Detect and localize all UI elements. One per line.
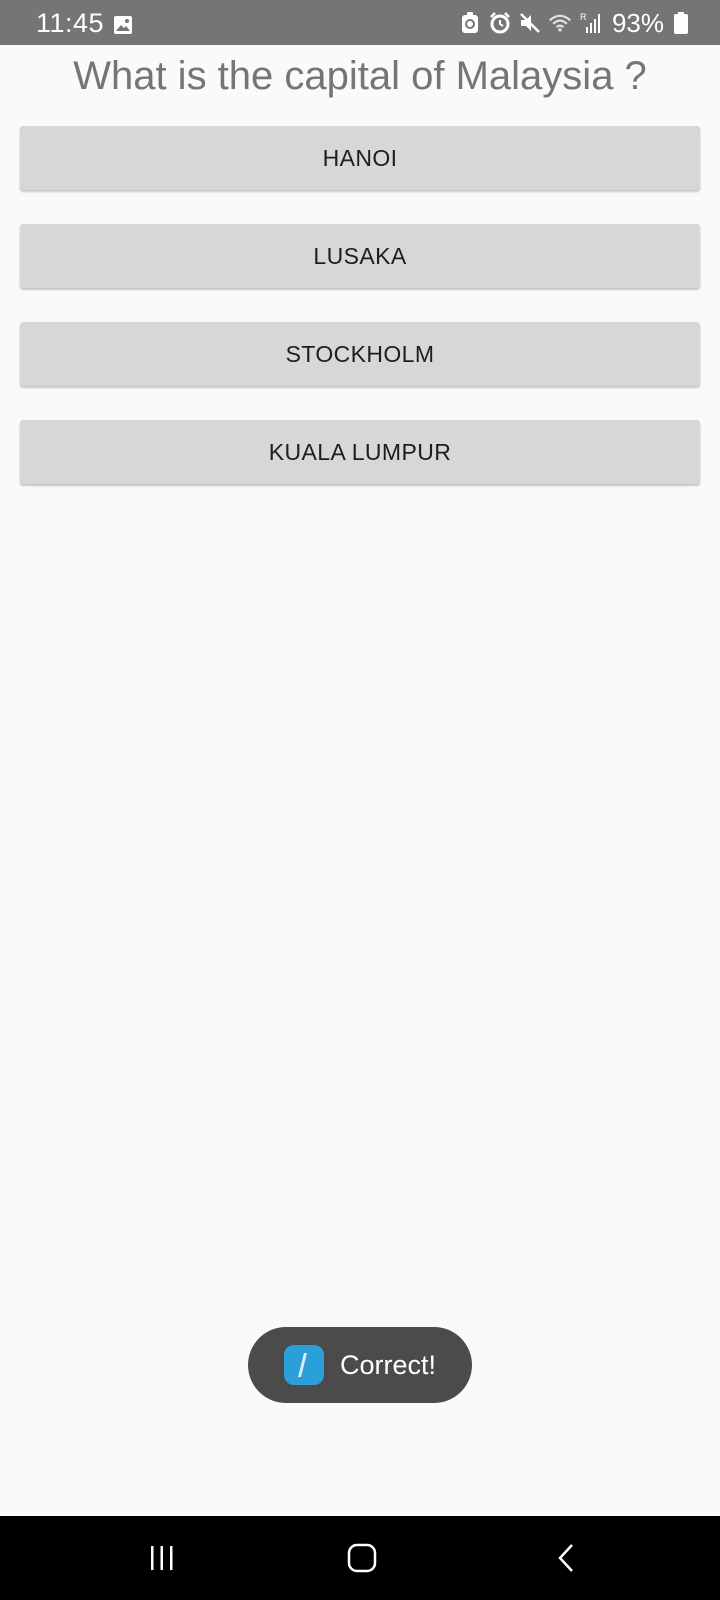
- svg-text:R: R: [580, 12, 587, 22]
- battery-icon: [674, 11, 688, 34]
- mute-icon: [518, 11, 542, 35]
- back-icon[interactable]: [546, 1538, 586, 1578]
- vpn-icon: [458, 11, 482, 35]
- toast-text: Correct!: [340, 1350, 437, 1380]
- wifi-icon: [548, 11, 572, 35]
- toast-message: Correct!: [248, 1327, 472, 1403]
- battery-percentage: 93%: [611, 7, 664, 38]
- status-bar: 11:45 R 93%: [0, 0, 720, 45]
- app-logo-icon: [284, 1345, 324, 1385]
- navigation-bar: [0, 1516, 720, 1600]
- answer-button-stockholm[interactable]: STOCKHOLM: [20, 322, 700, 386]
- signal-icon: R: [578, 11, 602, 35]
- answer-button-lusaka[interactable]: LUSAKA: [20, 224, 700, 288]
- gallery-icon: [114, 16, 132, 34]
- status-time: 11:45: [36, 8, 105, 38]
- alarm-icon: [488, 11, 512, 35]
- quiz-screen: 11:45 R 93% What is the capital of Malay…: [0, 0, 720, 1600]
- answer-button-hanoi[interactable]: HANOI: [20, 126, 700, 190]
- question-text: What is the capital of Malaysia ?: [73, 54, 647, 98]
- status-icons: R 93%: [458, 0, 688, 45]
- answer-button-kuala-lumpur[interactable]: KUALA LUMPUR: [20, 420, 700, 484]
- recents-icon[interactable]: [142, 1538, 182, 1578]
- home-icon[interactable]: [342, 1538, 382, 1578]
